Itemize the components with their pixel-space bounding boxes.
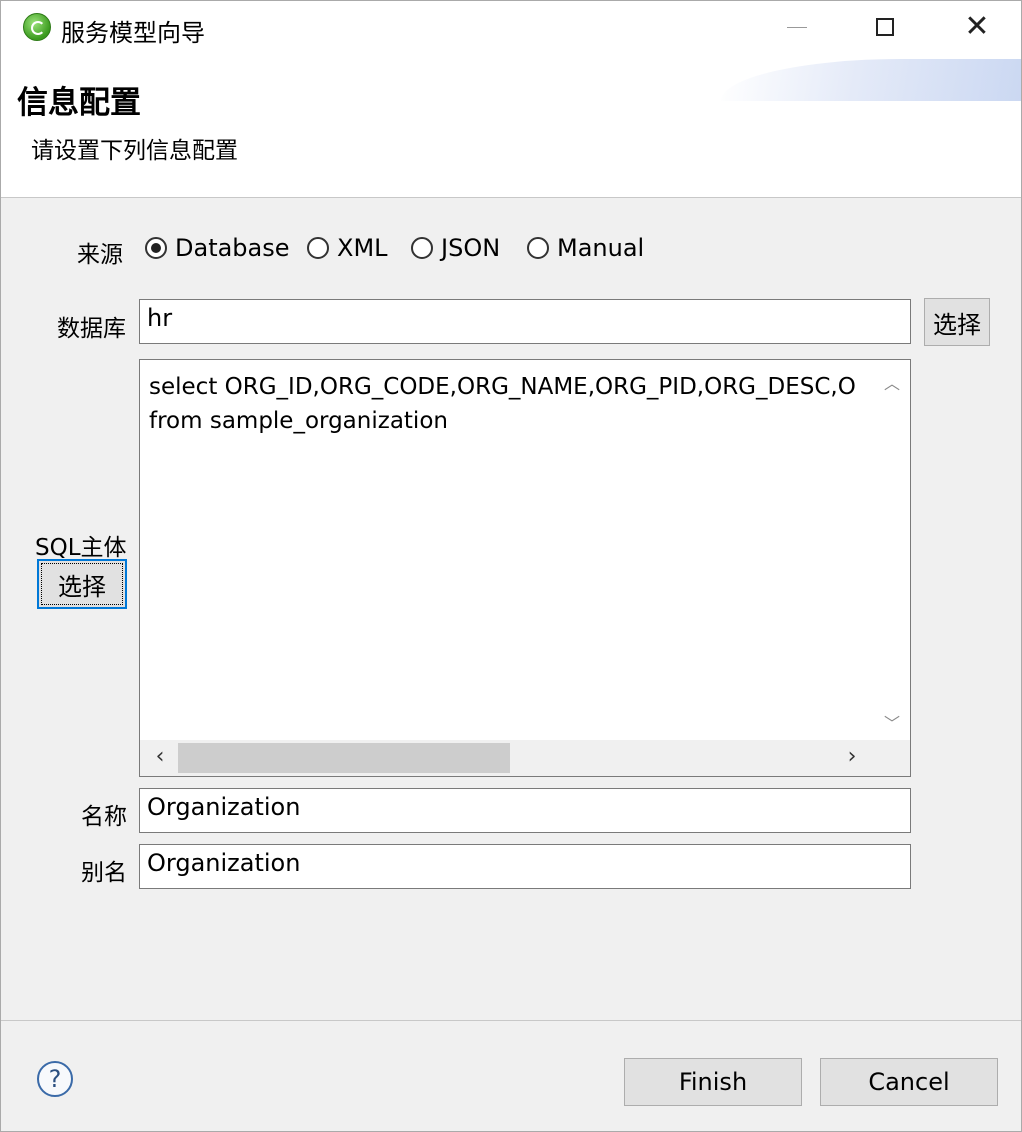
sql-label: SQL主体 xyxy=(35,535,127,561)
database-field[interactable]: hr xyxy=(139,299,911,344)
horizontal-scroll-thumb[interactable] xyxy=(178,743,510,773)
radio-manual[interactable]: Manual xyxy=(527,234,644,262)
window-title: 服务模型向导 xyxy=(61,19,205,47)
radio-manual-label: Manual xyxy=(557,234,645,262)
finish-button[interactable]: Finish xyxy=(624,1058,802,1106)
close-icon: ✕ xyxy=(964,9,990,44)
radio-database[interactable]: Database xyxy=(145,234,290,262)
radio-selected-icon xyxy=(145,237,167,259)
vertical-scrollbar[interactable]: ︿ ﹀ xyxy=(874,360,910,740)
chevron-left-icon[interactable]: ‹ xyxy=(142,744,178,774)
alias-field[interactable]: Organization xyxy=(139,844,911,889)
sql-text[interactable]: select ORG_ID,ORG_CODE,ORG_NAME,ORG_PID,… xyxy=(149,370,871,438)
chevron-up-icon[interactable]: ︿ xyxy=(874,370,910,400)
maximize-button[interactable] xyxy=(855,1,915,53)
close-button[interactable]: ✕ xyxy=(947,1,1007,53)
alias-label: 别名 xyxy=(81,860,127,886)
title-bar: 服务模型向导 ✕ xyxy=(1,1,1021,53)
source-label: 来源 xyxy=(77,242,123,268)
sql-line: from sample_organization xyxy=(149,408,448,434)
radio-xml[interactable]: XML xyxy=(307,234,388,262)
wizard-header: 信息配置 请设置下列信息配置 xyxy=(1,53,1021,198)
radio-unselected-icon xyxy=(307,237,329,259)
finish-button-label: Finish xyxy=(678,1068,748,1096)
horizontal-scrollbar[interactable]: ‹ › xyxy=(140,740,910,776)
page-subtitle: 请设置下列信息配置 xyxy=(31,138,238,164)
database-select-button[interactable]: 选择 xyxy=(924,298,990,346)
radio-unselected-icon xyxy=(527,237,549,259)
minimize-button[interactable] xyxy=(767,1,827,53)
name-field[interactable]: Organization xyxy=(139,788,911,833)
radio-xml-label: XML xyxy=(337,234,388,262)
radio-json-label: JSON xyxy=(441,234,501,262)
name-label: 名称 xyxy=(81,804,127,830)
maximize-icon xyxy=(876,18,894,36)
sql-textarea[interactable]: select ORG_ID,ORG_CODE,ORG_NAME,ORG_PID,… xyxy=(139,359,911,777)
radio-unselected-icon xyxy=(411,237,433,259)
help-icon[interactable]: ? xyxy=(37,1061,73,1097)
radio-json[interactable]: JSON xyxy=(411,234,500,262)
minimize-icon xyxy=(787,26,807,28)
page-title: 信息配置 xyxy=(17,85,141,121)
sql-line: select ORG_ID,ORG_CODE,ORG_NAME,ORG_PID,… xyxy=(149,374,856,400)
footer-divider xyxy=(1,1020,1021,1021)
header-decoration xyxy=(721,59,1021,101)
chevron-right-icon[interactable]: › xyxy=(834,744,870,774)
chevron-down-icon[interactable]: ﹀ xyxy=(874,710,910,740)
cancel-button[interactable]: Cancel xyxy=(820,1058,998,1106)
database-label: 数据库 xyxy=(57,316,126,342)
app-logo-icon xyxy=(23,13,51,41)
wizard-dialog: 服务模型向导 ✕ 信息配置 请设置下列信息配置 来源 Database XML … xyxy=(0,0,1022,1132)
sql-select-button[interactable]: 选择 xyxy=(37,559,127,609)
radio-database-label: Database xyxy=(175,234,290,262)
cancel-button-label: Cancel xyxy=(868,1068,950,1096)
